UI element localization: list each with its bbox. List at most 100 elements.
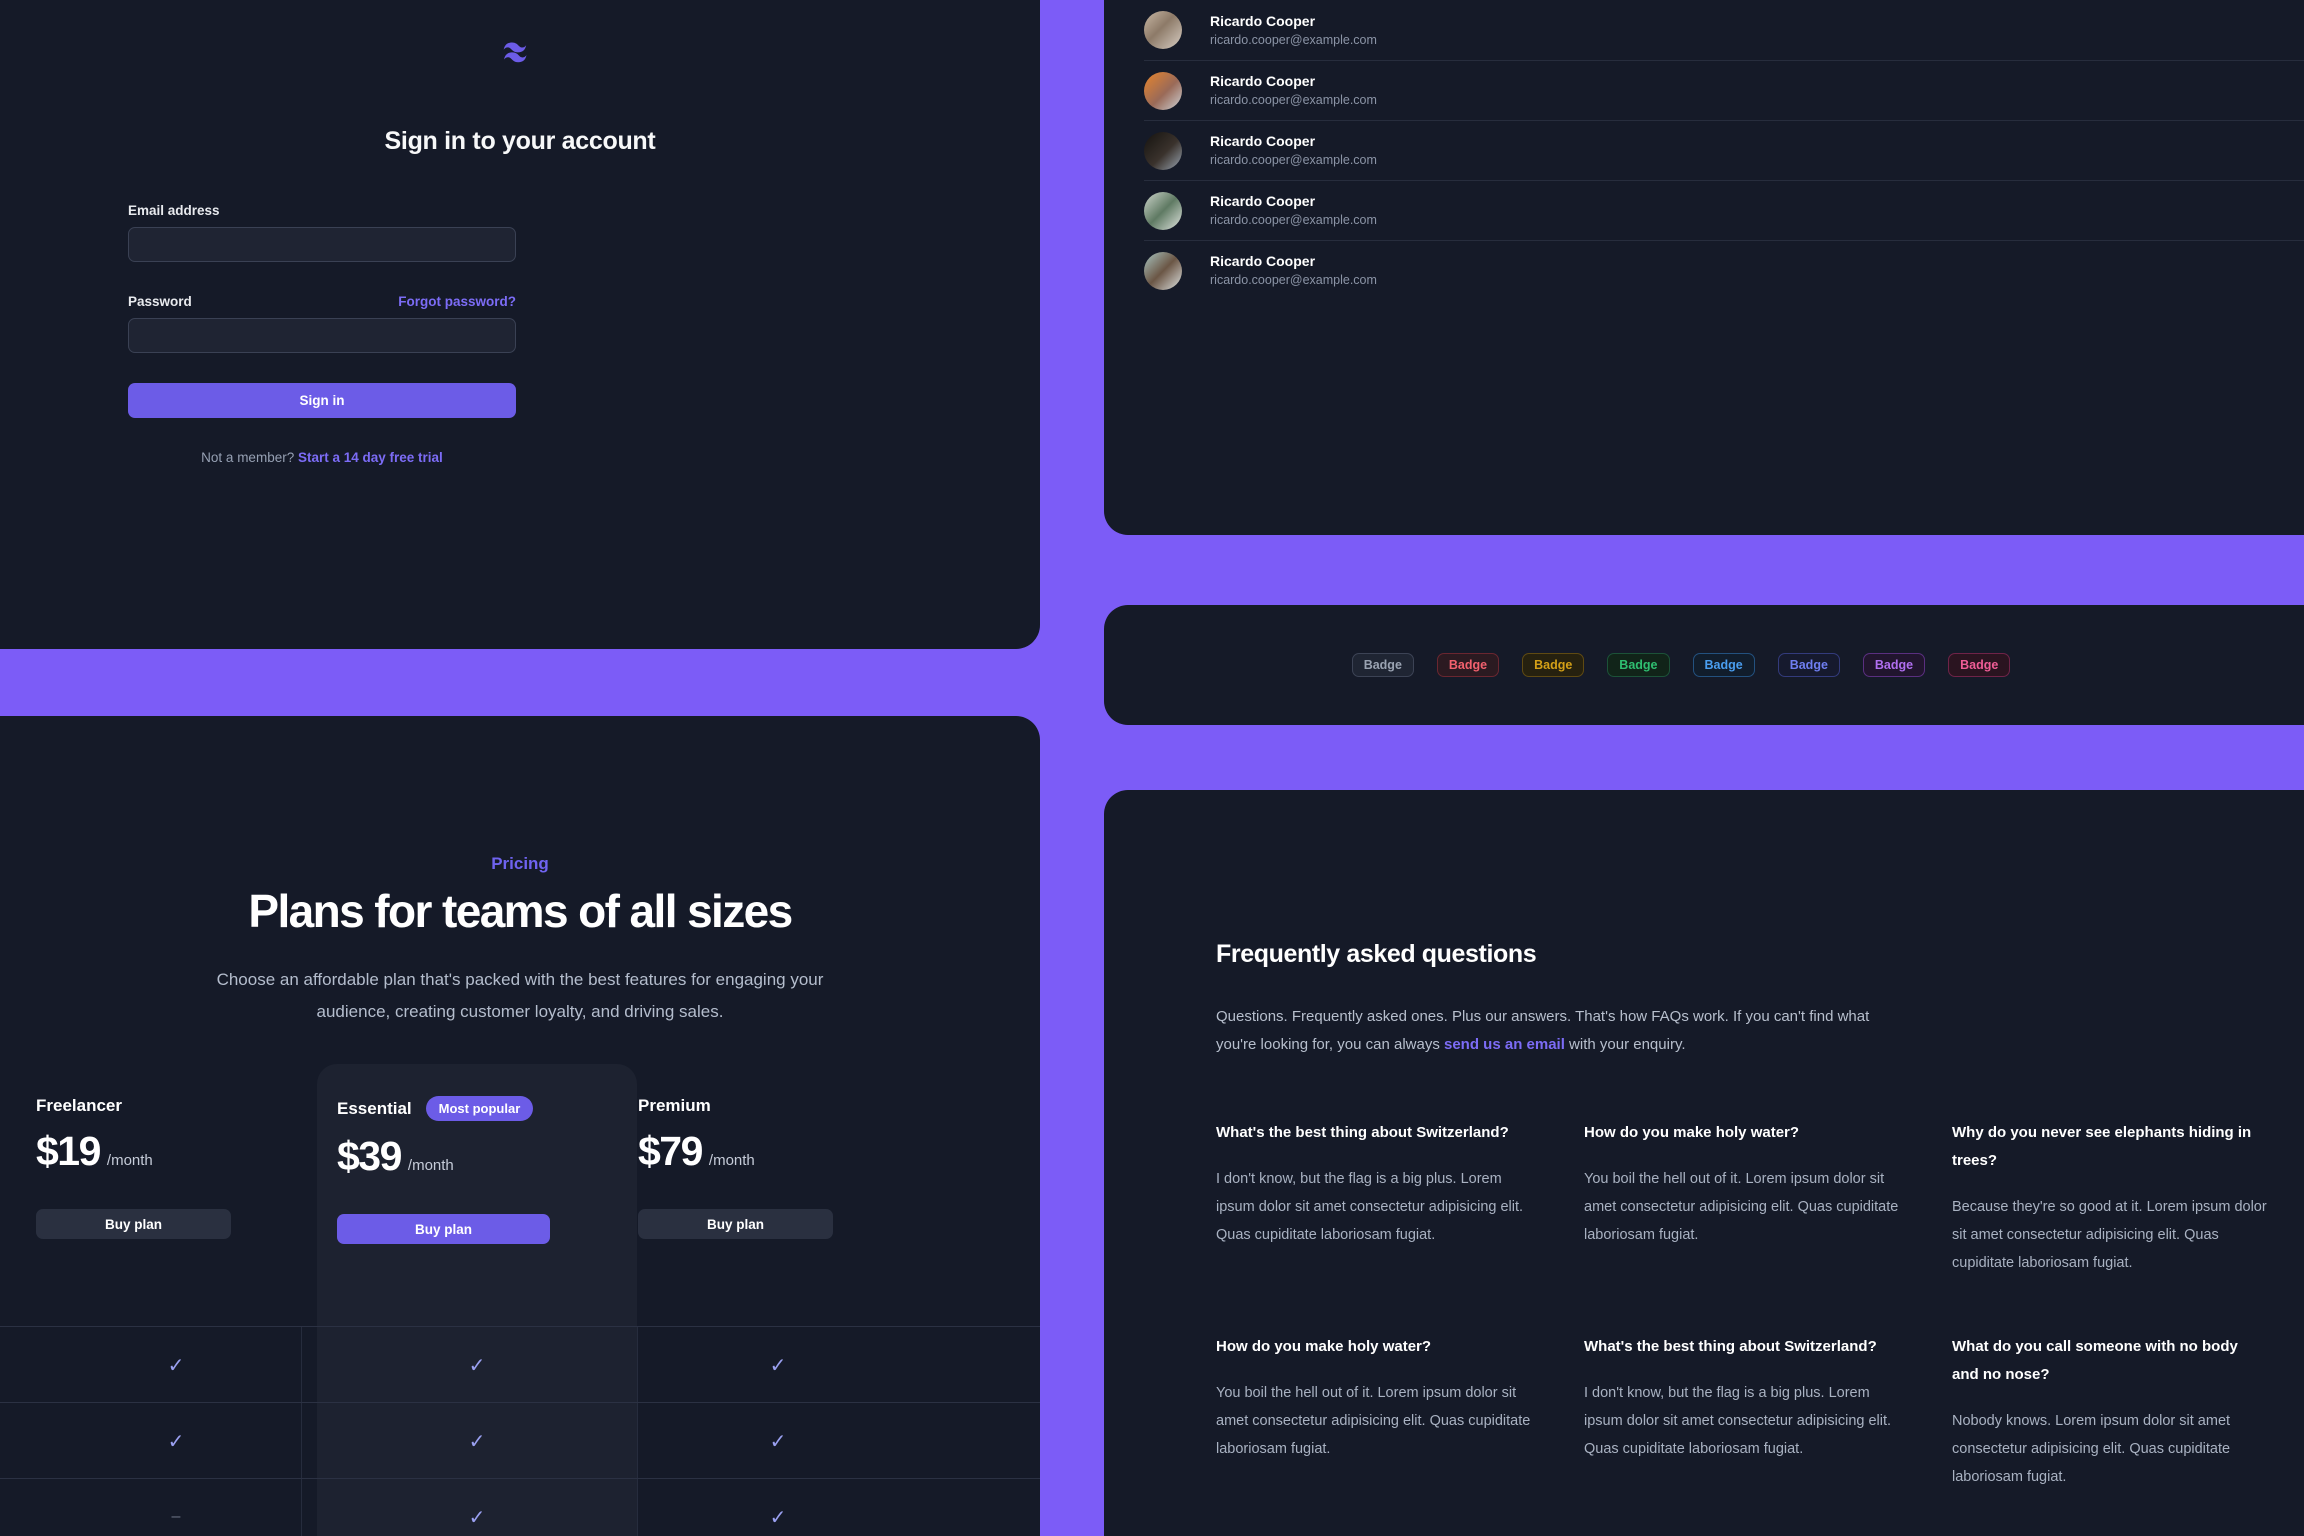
faq-grid: What's the best thing about Switzerland?… <box>1216 1119 2267 1491</box>
feature-row: ✓ ✓ ✓ <box>0 1326 1040 1402</box>
user-meta: Ricardo Cooper ricardo.cooper@example.com <box>1210 11 1377 50</box>
user-email: ricardo.cooper@example.com <box>1210 32 1377 47</box>
sign-in-panel: Sign in to your account Email address Pa… <box>0 0 1040 649</box>
plan-card-freelancer: Freelancer $19 /month Buy plan <box>36 1096 316 1239</box>
badges-panel: Badge Badge Badge Badge Badge Badge Badge Badge <box>1104 605 2304 725</box>
faq-intro: Questions. Frequently asked ones. Plus o… <box>1216 1003 1906 1059</box>
plan-period: /month <box>106 1152 153 1169</box>
pricing-eyebrow: Pricing <box>491 854 549 873</box>
avatar <box>1144 251 1182 290</box>
page-root: Sign in to your account Email address Pa… <box>0 0 2304 1536</box>
user-name: Ricardo Cooper <box>1210 253 1316 269</box>
user-row[interactable]: Ricardo Cooper ricardo.cooper@example.com… <box>1144 0 2304 60</box>
user-row[interactable]: Ricardo Cooper ricardo.cooper@example.com… <box>1144 180 2304 240</box>
faq-panel: Frequently asked questions Questions. Fr… <box>1104 790 2304 1536</box>
faq-item: What's the best thing about Switzerland?… <box>1216 1119 1584 1277</box>
sign-in-button[interactable]: Sign in <box>128 383 516 418</box>
user-list-panel: Ricardo Cooper ricardo.cooper@example.com… <box>1104 0 2304 535</box>
user-meta: Ricardo Cooper ricardo.cooper@example.com <box>1210 191 1377 230</box>
plan-amount: $79 <box>638 1128 703 1174</box>
badge: Badge <box>1522 653 1585 677</box>
plan-feature-table: ✓ ✓ ✓ ✓ ✓ ✓ – ✓ ✓ <box>0 1326 1040 1536</box>
plan-amount: $39 <box>337 1133 402 1179</box>
faq-title: Frequently asked questions <box>1216 940 1537 968</box>
sign-up-prompt: Not a member? Start a 14 day free trial <box>128 450 516 465</box>
buy-plan-button-freelancer[interactable]: Buy plan <box>36 1209 231 1239</box>
feature-check-icon: ✓ <box>769 1506 787 1529</box>
faq-answer: Because they're so good at it. Lorem ips… <box>1952 1199 2267 1271</box>
user-meta: Ricardo Cooper ricardo.cooper@example.com <box>1210 71 1377 110</box>
buy-plan-button-essential[interactable]: Buy plan <box>337 1214 550 1244</box>
sign-in-title: Sign in to your account <box>384 127 656 155</box>
feature-dash-icon: – <box>171 1508 181 1525</box>
faq-answer: Nobody knows. Lorem ipsum dolor sit amet… <box>1952 1413 2231 1485</box>
user-name: Ricardo Cooper <box>1210 193 1316 209</box>
plan-period: /month <box>708 1152 755 1169</box>
pricing-subtitle: Choose an affordable plan that's packed … <box>216 970 824 1021</box>
badge: Badge <box>1692 653 1755 677</box>
faq-answer: I don't know, but the flag is a big plus… <box>1216 1171 1524 1243</box>
faq-intro-after: with your enquiry. <box>1564 1036 1686 1053</box>
most-popular-badge: Most popular <box>425 1096 534 1121</box>
feature-check-icon: ✓ <box>468 1430 486 1453</box>
avatar <box>1144 131 1182 170</box>
faq-item: How do you make holy water? You boil the … <box>1584 1119 1952 1277</box>
user-email: ricardo.cooper@example.com <box>1210 93 1377 107</box>
faq-question: What's the best thing about Switzerland? <box>1216 1124 1509 1141</box>
plan-name: Essential <box>337 1098 412 1118</box>
user-email: ricardo.cooper@example.com <box>1210 213 1377 227</box>
sign-in-form: Email address Password Forgot password? … <box>128 203 516 465</box>
password-input[interactable] <box>128 318 516 353</box>
user-name: Ricardo Cooper <box>1210 133 1316 149</box>
feature-check-icon: ✓ <box>167 1354 185 1377</box>
feature-check-icon: ✓ <box>769 1430 787 1453</box>
plan-amount: $19 <box>36 1128 101 1174</box>
pricing-plans: Freelancer $19 /month Buy plan Essential… <box>0 1064 1040 1536</box>
email-input[interactable] <box>128 227 516 262</box>
user-email: ricardo.cooper@example.com <box>1210 153 1377 167</box>
pricing-title: Plans for teams of all sizes <box>248 885 793 937</box>
start-free-trial-link[interactable]: Start a 14 day free trial <box>298 450 443 465</box>
feature-check-icon: ✓ <box>468 1354 486 1377</box>
user-email: ricardo.cooper@example.com <box>1210 273 1377 287</box>
faq-question: What do you call someone with no body an… <box>1952 1338 2238 1383</box>
faq-question: How do you make holy water? <box>1216 1338 1432 1355</box>
badge: Badge <box>1948 653 2011 677</box>
faq-question: Why do you never see elephants hiding in… <box>1952 1124 2252 1169</box>
plan-card-essential: Essential Most popular $39 /month Buy pl… <box>337 1096 617 1244</box>
feature-check-icon: ✓ <box>167 1430 185 1453</box>
faq-answer: I don't know, but the flag is a big plus… <box>1584 1385 1892 1457</box>
user-name: Ricardo Cooper <box>1210 73 1316 89</box>
email-label: Email address <box>128 203 220 218</box>
user-list: Ricardo Cooper ricardo.cooper@example.com… <box>1104 0 2304 300</box>
faq-question: How do you make holy water? <box>1584 1124 1800 1141</box>
tailwind-logo-icon <box>503 42 527 63</box>
badge: Badge <box>1607 653 1670 677</box>
user-meta: Ricardo Cooper ricardo.cooper@example.com <box>1210 131 1377 170</box>
buy-plan-button-premium[interactable]: Buy plan <box>638 1209 833 1239</box>
pricing-panel: Pricing Plans for teams of all sizes Cho… <box>0 716 1040 1536</box>
forgot-password-link[interactable]: Forgot password? <box>398 294 516 309</box>
feature-check-icon: ✓ <box>468 1506 486 1529</box>
badge: Badge <box>1777 653 1840 677</box>
send-us-an-email-link[interactable]: send us an email <box>1444 1036 1565 1053</box>
user-meta: Ricardo Cooper ricardo.cooper@example.com <box>1210 251 1377 290</box>
user-row[interactable]: Ricardo Cooper ricardo.cooper@example.com… <box>1144 60 2304 120</box>
user-row[interactable]: Ricardo Cooper ricardo.cooper@example.com… <box>1144 240 2304 300</box>
logo-container <box>0 40 1040 64</box>
plan-period: /month <box>407 1157 454 1174</box>
feature-check-icon: ✓ <box>769 1354 787 1377</box>
feature-row: ✓ ✓ ✓ <box>0 1402 1040 1478</box>
badge: Badge <box>1436 653 1500 677</box>
password-label: Password <box>128 294 192 309</box>
faq-item: How do you make holy water? You boil the … <box>1216 1333 1584 1491</box>
user-name: Ricardo Cooper <box>1210 12 1316 29</box>
faq-item: Why do you never see elephants hiding in… <box>1952 1119 2304 1277</box>
avatar <box>1144 71 1182 110</box>
faq-answer: You boil the hell out of it. Lorem ipsum… <box>1216 1385 1531 1457</box>
plan-name: Freelancer <box>36 1096 122 1115</box>
faq-item: What's the best thing about Switzerland?… <box>1584 1333 1952 1491</box>
user-row[interactable]: Ricardo Cooper ricardo.cooper@example.com… <box>1144 120 2304 180</box>
badge-row: Badge Badge Badge Badge Badge Badge Badge Badge <box>1104 605 2304 725</box>
avatar <box>1144 191 1182 230</box>
